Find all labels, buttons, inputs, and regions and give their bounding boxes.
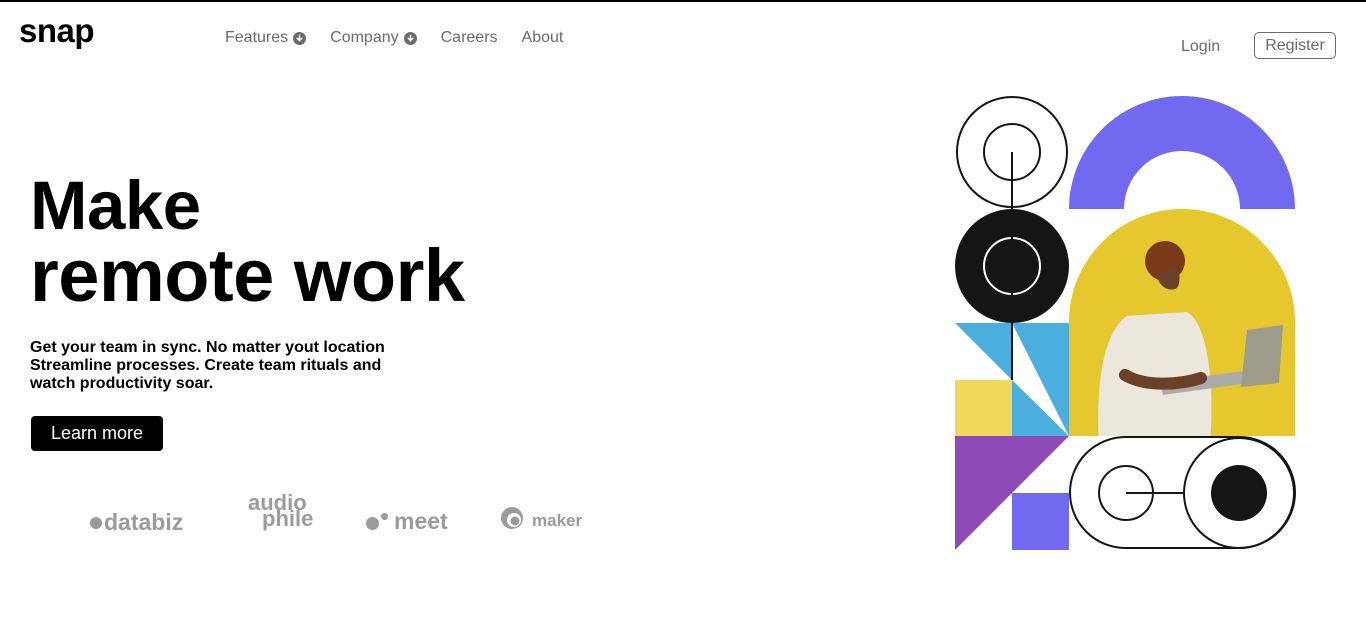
nav-company-label: Company	[330, 29, 399, 46]
nav-features[interactable]: Features	[225, 29, 307, 47]
pill-outline-shape	[1069, 436, 1296, 549]
hero-description-line1: Get your team in sync. No matter yout lo…	[30, 339, 385, 356]
nav-features-label: Features	[225, 29, 289, 46]
nav-careers-label: Careers	[440, 29, 498, 46]
meet-text: meet	[394, 508, 448, 534]
main-nav: Features Company Careers About	[225, 29, 563, 47]
client-logo-maker: maker	[500, 506, 582, 535]
hero-illustration	[955, 96, 1296, 550]
client-logo-meet: meet	[366, 508, 448, 535]
maker-text: maker	[532, 510, 583, 530]
client-logo-audiophile: audio phile	[248, 492, 314, 531]
learn-more-button[interactable]: Learn more	[31, 416, 163, 451]
register-button[interactable]: Register	[1254, 32, 1336, 59]
hero-title: Make remote work	[30, 167, 465, 317]
purple-square-shape	[1012, 493, 1069, 550]
hero-description: Get your team in sync. No matter yout lo…	[30, 339, 420, 393]
nav-careers[interactable]: Careers	[441, 29, 498, 47]
hero-description-line2: Streamline processes. Create team ritual…	[30, 357, 382, 374]
yellow-square-shape	[955, 380, 1012, 436]
hero-title-line1: Make	[30, 167, 201, 244]
purple-arch-shape	[1069, 96, 1295, 209]
client-logo-databiz: databiz	[90, 509, 183, 536]
nav-about[interactable]: About	[522, 29, 564, 47]
maker-swirl-icon	[500, 506, 524, 535]
hero-description-line3: watch productivity soar.	[30, 375, 214, 392]
audiophile-text-bottom: phile	[262, 506, 314, 531]
nav-about-label: About	[521, 29, 564, 46]
databiz-dot-icon	[90, 516, 102, 529]
client-logos: databiz audio phile meet maker	[0, 490, 700, 550]
chevron-down-icon	[293, 31, 307, 45]
chevron-down-icon	[403, 31, 417, 45]
logo[interactable]: snap	[19, 14, 95, 47]
login-link[interactable]: Login	[1181, 38, 1220, 56]
databiz-text: databiz	[104, 509, 184, 535]
hero-title-line2: remote work	[30, 233, 465, 317]
nav-company[interactable]: Company	[330, 29, 417, 47]
meet-dots-icon	[366, 513, 388, 530]
